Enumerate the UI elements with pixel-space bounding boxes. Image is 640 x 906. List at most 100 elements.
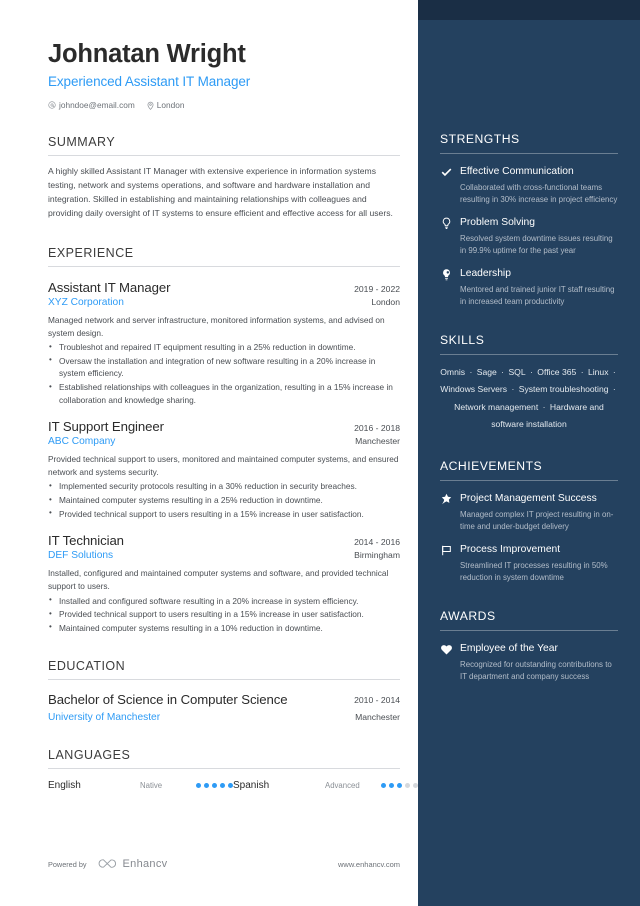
skill-separator: · <box>509 384 517 395</box>
achievements-heading: ACHIEVEMENTS <box>440 458 543 473</box>
proficiency-dot <box>397 782 402 788</box>
degree-date: 2010 - 2014 <box>354 695 400 706</box>
section-skills: SKILLS Omnis · Sage · SQL · Office 365 ·… <box>440 333 618 433</box>
job-description: Managed network and server infrastructur… <box>48 315 385 338</box>
contact-row: johndoe@email.com London <box>48 100 400 110</box>
job-location: London <box>371 297 400 307</box>
flag-icon <box>440 543 453 557</box>
divider <box>48 767 400 769</box>
page-title: Johnatan Wright <box>48 40 246 68</box>
experience-bullet: Provided technical support to users resu… <box>48 608 400 621</box>
section-awards: AWARDS Employee of the Year Recognized f… <box>440 609 618 682</box>
job-title: Assistant IT Manager <box>48 280 171 295</box>
proficiency-dot <box>196 782 201 788</box>
language-item: English Native <box>48 780 233 791</box>
skill-separator: · <box>578 367 586 378</box>
item-description: Managed complex IT project resulting in … <box>460 510 614 531</box>
language-name: English <box>48 779 81 791</box>
divider <box>440 479 618 481</box>
contact-email[interactable]: johndoe@email.com <box>48 100 135 110</box>
email-text: johndoe@email.com <box>59 100 135 111</box>
language-proficiency <box>196 782 233 788</box>
education-list: Bachelor of Science in Computer Science … <box>48 692 400 723</box>
divider <box>48 266 400 267</box>
job-company[interactable]: XYZ Corporation <box>48 297 124 308</box>
lightbulb-icon <box>440 216 453 230</box>
job-company[interactable]: DEF Solutions <box>48 550 113 561</box>
section-languages: LANGUAGES English Native Spanish Advance… <box>48 748 418 791</box>
leadership-icon <box>440 267 453 281</box>
item-title: Effective Communication <box>460 166 574 177</box>
experience-item: IT Technician 2014 - 2016 DEF Solutions … <box>48 533 400 634</box>
award-item: Employee of the Year Recognized for outs… <box>440 642 618 682</box>
strength-item: Problem Solving Resolved system downtime… <box>440 216 618 256</box>
check-icon <box>440 165 453 179</box>
job-location: Manchester <box>355 436 400 447</box>
experience-bullet: Troubleshot and repaired IT equipment re… <box>48 341 400 354</box>
footer: Powered by Enhancv www.enhancv.com <box>48 858 400 870</box>
section-education: EDUCATION Bachelor of Science in Compute… <box>48 659 400 723</box>
job-date: 2019 - 2022 <box>354 284 400 294</box>
resume-page: Johnatan Wright Experienced Assistant IT… <box>0 0 640 906</box>
item-description: Recognized for outstanding contributions… <box>460 660 612 681</box>
job-company[interactable]: ABC Company <box>48 436 115 447</box>
job-title: IT Technician <box>48 533 124 549</box>
strength-item: Effective Communication Collaborated wit… <box>440 165 618 205</box>
skill-separator: · <box>527 367 536 378</box>
language-level: Native <box>140 780 163 790</box>
divider <box>48 679 400 681</box>
section-achievements: ACHIEVEMENTS Project Management Success … <box>440 459 618 583</box>
language-item: Spanish Advanced <box>233 780 418 791</box>
skill-separator: · <box>610 384 616 395</box>
proficiency-dot <box>212 782 217 788</box>
enhancv-logo: Enhancv <box>96 858 168 870</box>
skill-separator: · <box>540 401 548 412</box>
school-name[interactable]: University of Manchester <box>48 712 160 723</box>
section-strengths: STRENGTHS Effective Communication Collab… <box>440 132 618 307</box>
divider <box>440 153 618 154</box>
sidebar-top-band <box>418 0 640 20</box>
job-bullets: Installed and configured software result… <box>48 594 400 635</box>
awards-heading: AWARDS <box>440 609 496 624</box>
item-description: Streamlined IT processes resulting in 50… <box>460 561 608 582</box>
achievement-item: Project Management Success Managed compl… <box>440 492 618 532</box>
proficiency-dot <box>405 782 410 788</box>
language-level: Advanced <box>325 780 360 790</box>
main-column: Johnatan Wright Experienced Assistant IT… <box>0 0 418 906</box>
achievement-item: Process Improvement Streamlined IT proce… <box>440 543 618 583</box>
language-name: Spanish <box>233 779 270 791</box>
experience-list: Assistant IT Manager 2019 - 2022 XYZ Cor… <box>48 280 400 634</box>
powered-by-label: Powered by <box>48 859 87 869</box>
job-description: Provided technical support to users, mon… <box>48 454 399 477</box>
language-proficiency <box>381 782 418 788</box>
school-location: Manchester <box>355 711 400 722</box>
proficiency-dot <box>220 782 225 788</box>
item-description: Mentored and trained junior IT staff res… <box>460 285 615 306</box>
strengths-list: Effective Communication Collaborated wit… <box>440 165 618 307</box>
item-title: Project Management Success <box>460 492 597 504</box>
skill-tag: Linux <box>587 367 609 378</box>
strength-item: Leadership Mentored and trained junior I… <box>440 267 618 307</box>
experience-bullet: Implemented security protocols resulting… <box>48 480 400 493</box>
footer-url[interactable]: www.enhancv.com <box>338 860 400 869</box>
experience-item: IT Support Engineer 2016 - 2018 ABC Comp… <box>48 419 400 520</box>
awards-list: Employee of the Year Recognized for outs… <box>440 642 618 682</box>
skill-tag: Windows Servers <box>440 384 508 395</box>
job-title: IT Support Engineer <box>48 419 164 435</box>
education-item: Bachelor of Science in Computer Science … <box>48 692 400 723</box>
skills-list: Omnis · Sage · SQL · Office 365 · Linux … <box>440 364 618 433</box>
experience-bullet: Provided technical support to users resu… <box>48 507 400 521</box>
divider <box>440 630 618 632</box>
item-title: Employee of the Year <box>460 643 558 655</box>
skills-heading: SKILLS <box>440 333 485 348</box>
proficiency-dot <box>204 782 209 788</box>
item-title: Process Improvement <box>460 544 561 556</box>
skill-separator: · <box>467 367 475 378</box>
section-experience: EXPERIENCE Assistant IT Manager 2019 - 2… <box>48 246 400 634</box>
skill-separator: · <box>610 367 616 378</box>
experience-bullet: Maintained computer systems resulting in… <box>48 621 400 635</box>
experience-bullet: Oversaw the installation and integration… <box>48 354 400 380</box>
job-bullets: Troubleshot and repaired IT equipment re… <box>48 341 400 406</box>
item-description: Resolved system downtime issues resultin… <box>460 234 613 255</box>
proficiency-dot <box>389 782 394 788</box>
